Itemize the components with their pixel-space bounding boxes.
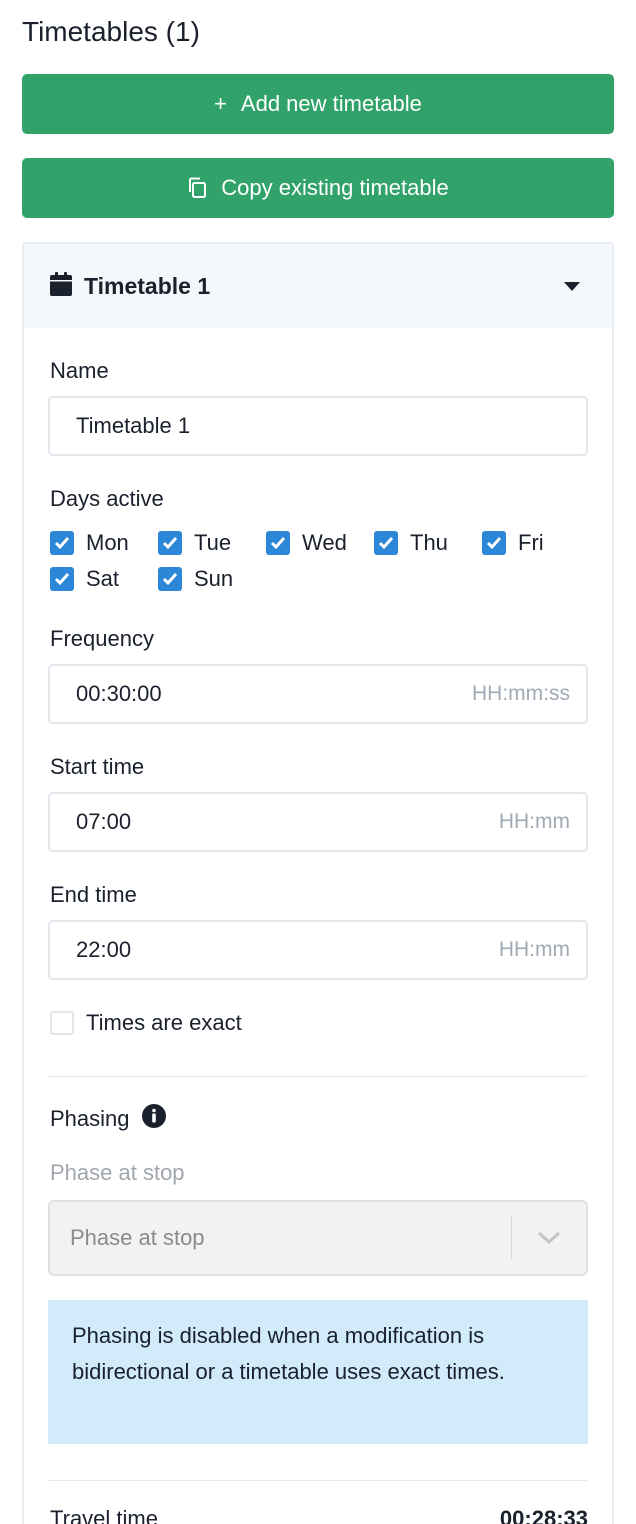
day-label: Mon [86, 530, 129, 555]
phasing-label: Phasing [50, 1106, 130, 1131]
timetable-card-header[interactable]: Timetable 1 [24, 244, 612, 328]
start-time-field[interactable]: 07:00 HH:mm [48, 792, 588, 852]
checkbox-checked-icon[interactable] [374, 531, 398, 555]
copy-timetable-label: Copy existing timetable [221, 175, 449, 200]
info-icon[interactable] [141, 1104, 166, 1134]
name-value: Timetable 1 [76, 413, 191, 438]
divider [48, 1076, 588, 1077]
day-label: Sat [86, 566, 120, 591]
travel-time-value: 00:28:33 [499, 1506, 588, 1524]
end-time-value: 22:00 [76, 937, 132, 962]
copy-icon [187, 177, 207, 199]
travel-time-label: Travel time [50, 1506, 158, 1524]
phase-at-stop-placeholder: Phase at stop [70, 1225, 205, 1250]
timetable-title: Timetable 1 [84, 272, 211, 299]
phasing-heading: Phasing [50, 1104, 166, 1134]
frequency-unit: HH:mm:ss [472, 682, 570, 705]
days-active-label: Days active [50, 486, 164, 511]
timetable-card: Timetable 1 Name Timetable 1 Days active… [22, 242, 614, 1524]
caret-down-icon[interactable] [564, 281, 580, 291]
day-checkbox-wed[interactable]: Wed [266, 530, 347, 556]
name-label: Name [50, 358, 109, 383]
frequency-field[interactable]: 00:30:00 HH:mm:ss [48, 664, 588, 724]
calendar-icon [50, 271, 72, 301]
checkbox-checked-icon[interactable] [158, 567, 182, 591]
checkbox-checked-icon[interactable] [50, 567, 74, 591]
divider [48, 1480, 588, 1481]
page-title: Timetables (1) [22, 16, 200, 47]
start-time-value: 07:00 [76, 809, 132, 834]
checkbox-checked-icon[interactable] [158, 531, 182, 555]
day-checkbox-sun[interactable]: Sun [158, 566, 233, 592]
checkbox-checked-icon[interactable] [50, 531, 74, 555]
day-checkbox-mon[interactable]: Mon [50, 530, 129, 556]
end-time-unit: HH:mm [498, 938, 570, 961]
start-time-unit: HH:mm [498, 810, 570, 833]
chevron-down-icon[interactable] [512, 1231, 586, 1245]
phase-at-stop-select[interactable]: Phase at stop [48, 1200, 588, 1276]
checkbox-checked-icon[interactable] [266, 531, 290, 555]
times-exact-checkbox[interactable]: Times are exact [50, 1010, 242, 1036]
frequency-label: Frequency [50, 626, 154, 651]
day-checkbox-thu[interactable]: Thu [374, 530, 448, 556]
timetables-panel: Timetables (1) + Add new timetable Copy … [0, 0, 636, 1524]
phasing-alert: Phasing is disabled when a modification … [48, 1300, 588, 1444]
end-time-field[interactable]: 22:00 HH:mm [48, 920, 588, 980]
day-checkbox-tue[interactable]: Tue [158, 530, 231, 556]
day-label: Sun [194, 566, 234, 591]
add-timetable-label: Add new timetable [240, 91, 422, 116]
day-label: Wed [302, 530, 347, 555]
plus-icon: + [214, 91, 227, 116]
day-checkbox-fri[interactable]: Fri [482, 530, 544, 556]
day-label: Tue [194, 530, 232, 555]
start-time-label: Start time [50, 754, 145, 779]
day-label: Thu [410, 530, 448, 555]
end-time-label: End time [50, 882, 137, 907]
phase-at-stop-label: Phase at stop [50, 1160, 185, 1185]
frequency-value: 00:30:00 [76, 681, 162, 706]
times-exact-label: Times are exact [86, 1010, 242, 1035]
checkbox-unchecked-icon[interactable] [50, 1011, 74, 1035]
add-timetable-button[interactable]: + Add new timetable [22, 74, 614, 134]
checkbox-checked-icon[interactable] [482, 531, 506, 555]
name-field[interactable]: Timetable 1 [48, 396, 588, 456]
day-label: Fri [518, 530, 544, 555]
copy-timetable-button[interactable]: Copy existing timetable [22, 158, 614, 218]
day-checkbox-sat[interactable]: Sat [50, 566, 119, 592]
